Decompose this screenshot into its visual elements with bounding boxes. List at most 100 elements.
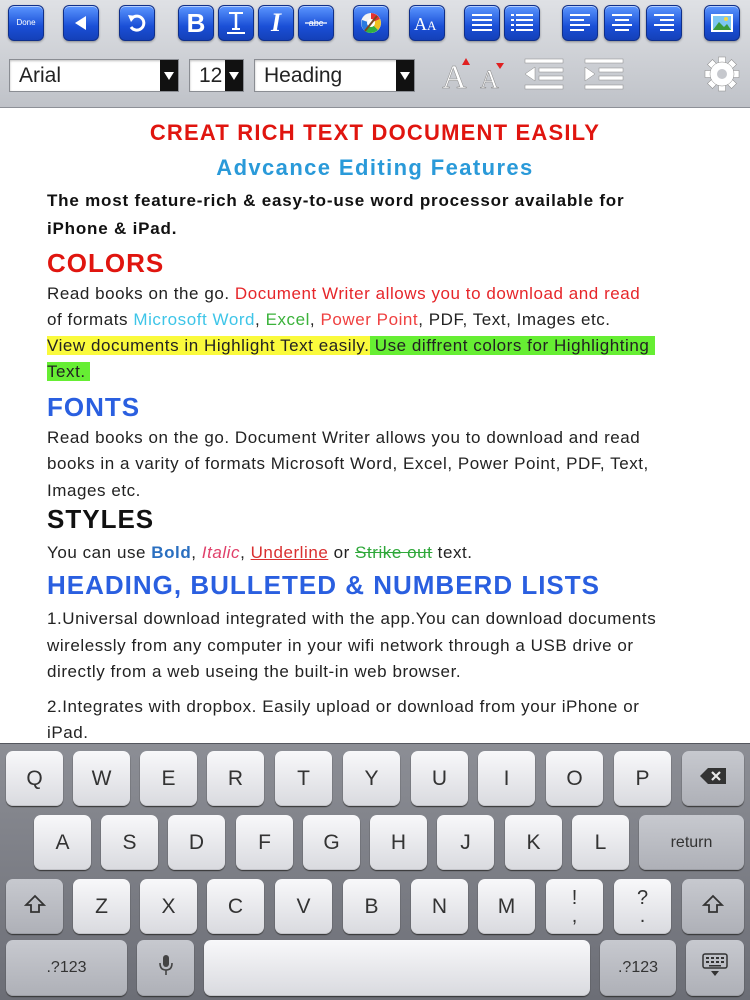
colors-line-1: Read books on the go. Document Writer al… — [47, 284, 640, 304]
underline-button[interactable] — [218, 5, 254, 41]
key-b[interactable]: B — [343, 879, 400, 934]
shift-key-left[interactable] — [6, 879, 63, 934]
numbers-key-right[interactable]: .?123 — [600, 940, 676, 996]
key-f[interactable]: F — [236, 815, 293, 870]
key-n[interactable]: N — [411, 879, 468, 934]
bullet-list-button[interactable] — [464, 5, 500, 41]
paragraph-style-select[interactable]: Heading — [254, 59, 415, 92]
key-label-bottom: . — [639, 904, 646, 927]
return-key[interactable]: return — [639, 815, 744, 870]
key-s[interactable]: S — [101, 815, 158, 870]
key-o[interactable]: O — [546, 751, 603, 806]
decrease-font-button[interactable]: A — [478, 56, 508, 96]
indent-icon — [583, 57, 625, 96]
onscreen-keyboard: Q W E R T Y U I O P A S D F G H J K L re… — [0, 743, 750, 1000]
key-label: F — [258, 830, 271, 854]
key-question-period[interactable]: ?. — [614, 879, 671, 934]
key-label: W — [91, 766, 112, 790]
align-right-button[interactable] — [646, 5, 682, 41]
outdent-button[interactable] — [522, 56, 566, 96]
cyan-text-run: Microsoft Word — [133, 310, 256, 329]
key-h[interactable]: H — [370, 815, 427, 870]
document-title: CREAT RICH TEXT DOCUMENT EASILY — [149, 120, 601, 145]
key-label: H — [390, 830, 407, 854]
key-t[interactable]: T — [275, 751, 332, 806]
font-size-select[interactable]: 12 — [189, 59, 244, 92]
strikeout-sample: Strike out — [355, 543, 433, 562]
strikethrough-button[interactable]: abc — [298, 5, 334, 41]
undo-button[interactable] — [119, 5, 155, 41]
key-c[interactable]: C — [207, 879, 264, 934]
key-e[interactable]: E — [140, 751, 197, 806]
green-highlight-run: Text. — [47, 362, 90, 381]
green-text-run: Excel — [265, 310, 310, 329]
svg-text:A: A — [414, 14, 427, 34]
gear-icon — [703, 55, 741, 98]
key-label: E — [161, 766, 176, 790]
document-editor[interactable]: CREAT RICH TEXT DOCUMENT EASILY Advcance… — [0, 108, 750, 743]
list-item-1-line-2: wirelessly from any computer in your wif… — [47, 636, 634, 655]
key-label: Z — [95, 894, 108, 918]
insert-image-button[interactable] — [704, 5, 740, 41]
key-w[interactable]: W — [73, 751, 130, 806]
insert-image-icon — [709, 11, 735, 35]
key-label: N — [431, 894, 448, 918]
numbers-key-left[interactable]: .?123 — [6, 940, 127, 996]
key-label: D — [188, 830, 205, 854]
backspace-key[interactable] — [682, 751, 744, 806]
key-v[interactable]: V — [275, 879, 332, 934]
font-family-select[interactable]: Arial — [9, 59, 179, 92]
key-z[interactable]: Z — [73, 879, 130, 934]
space-key[interactable] — [204, 940, 590, 996]
indent-button[interactable] — [582, 56, 626, 96]
text-run: or — [328, 543, 356, 562]
key-j[interactable]: J — [437, 815, 494, 870]
align-center-button[interactable] — [604, 5, 640, 41]
bold-sample: Bold — [151, 543, 192, 562]
text-run: , PDF, Text, Images etc. — [418, 310, 611, 329]
key-p[interactable]: P — [614, 751, 671, 806]
colors-line-3: View documents in Highlight Text easily.… — [47, 333, 656, 359]
key-label: Q — [26, 766, 43, 790]
key-i[interactable]: I — [478, 751, 535, 806]
italic-button[interactable]: I — [258, 5, 294, 41]
increase-font-icon: A — [440, 55, 474, 98]
text-run: Read books on the go. — [47, 284, 235, 303]
key-q[interactable]: Q — [6, 751, 63, 806]
key-m[interactable]: M — [478, 879, 535, 934]
hide-keyboard-key[interactable] — [686, 940, 744, 996]
key-label: L — [594, 830, 607, 854]
key-g[interactable]: G — [303, 815, 360, 870]
key-x[interactable]: X — [140, 879, 197, 934]
text-run: You can use — [47, 543, 152, 562]
colors-line-4: Text. — [47, 359, 90, 385]
bold-button[interactable]: B — [178, 5, 214, 41]
red-text-run: Document Writer allows you to download a… — [234, 284, 641, 303]
key-r[interactable]: R — [207, 751, 264, 806]
shift-key-right[interactable] — [682, 879, 744, 934]
key-exclamation-comma[interactable]: !, — [546, 879, 603, 934]
back-button[interactable] — [63, 5, 99, 41]
align-left-button[interactable] — [562, 5, 598, 41]
text-color-button[interactable] — [353, 5, 389, 41]
key-u[interactable]: U — [411, 751, 468, 806]
list-item-2-line-2: iPad. — [47, 723, 89, 742]
dictation-key[interactable] — [137, 940, 194, 996]
back-arrow-icon — [71, 13, 91, 33]
chevron-down-icon — [160, 60, 178, 91]
key-d[interactable]: D — [168, 815, 225, 870]
increase-font-button[interactable]: A — [440, 56, 474, 96]
outdent-icon — [523, 57, 565, 96]
key-l[interactable]: L — [572, 815, 629, 870]
key-label-top: ? — [636, 886, 649, 909]
done-button[interactable]: Done — [8, 5, 44, 41]
numbered-list-button[interactable] — [504, 5, 540, 41]
key-k[interactable]: K — [505, 815, 562, 870]
key-a[interactable]: A — [34, 815, 91, 870]
font-size-button[interactable]: AA — [409, 5, 445, 41]
settings-button[interactable] — [702, 56, 742, 96]
svg-text:A: A — [480, 65, 499, 93]
key-y[interactable]: Y — [343, 751, 400, 806]
bold-icon: B — [186, 8, 206, 38]
key-label: T — [297, 766, 310, 790]
